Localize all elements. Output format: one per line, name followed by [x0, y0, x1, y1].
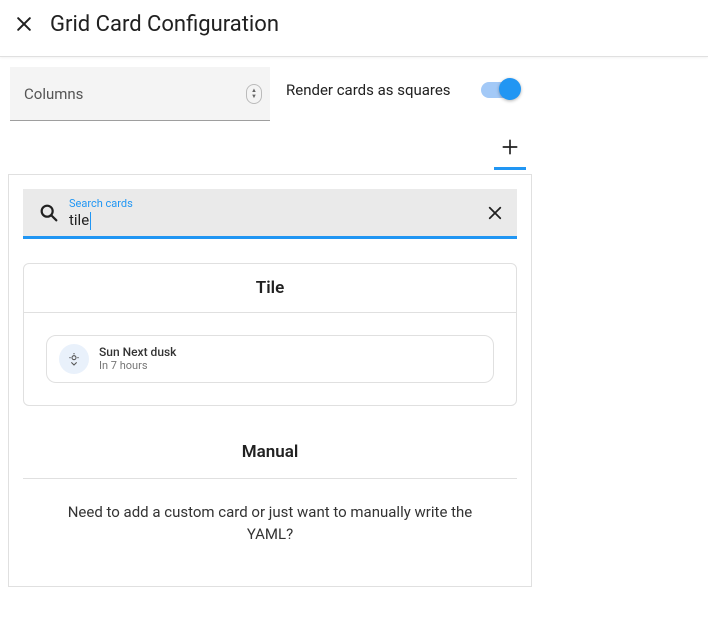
result-card-title: Tile — [24, 264, 516, 313]
tile-entity-name: Sun Next dusk — [99, 345, 176, 359]
manual-card-option[interactable]: Need to add a custom card or just want t… — [9, 479, 531, 546]
search-float-label: Search cards — [69, 197, 483, 210]
dialog-title: Grid Card Configuration — [50, 12, 279, 37]
active-tab-underline — [494, 167, 526, 170]
tile-preview: Sun Next dusk In 7 hours — [46, 335, 494, 383]
clear-search-icon[interactable] — [483, 204, 507, 222]
tile-entity-state: In 7 hours — [99, 359, 176, 372]
search-icon — [35, 202, 63, 224]
manual-section-title: Manual — [9, 442, 531, 462]
card-picker-panel: Search cards tile Tile — [8, 174, 532, 587]
search-cards-field[interactable]: Search cards tile — [23, 189, 517, 239]
columns-label: Columns — [24, 85, 83, 103]
sun-dusk-icon — [59, 344, 89, 374]
search-input-value[interactable]: tile — [69, 211, 89, 229]
render-squares-toggle[interactable] — [481, 82, 519, 98]
add-card-button[interactable] — [494, 137, 526, 161]
result-card-tile[interactable]: Tile Sun Next dusk In 7 hours — [23, 263, 517, 406]
text-caret — [90, 212, 91, 230]
close-icon[interactable] — [4, 4, 44, 44]
columns-input[interactable]: Columns ▲▼ — [10, 67, 270, 121]
number-stepper-icon[interactable]: ▲▼ — [246, 84, 262, 104]
render-squares-label: Render cards as squares — [286, 81, 451, 99]
